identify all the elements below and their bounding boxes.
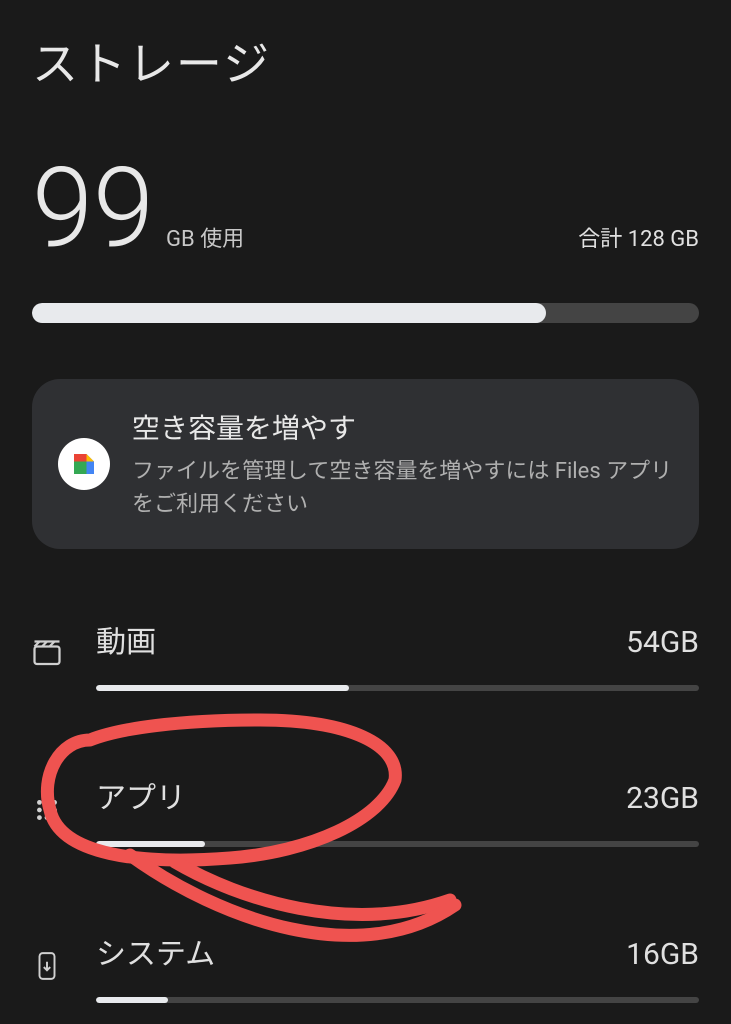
card-description: ファイルを管理して空き容量を増やすには Files アプリをご利用ください <box>132 455 673 521</box>
usage-summary: 99 GB 使用 合計 128 GB <box>32 154 699 265</box>
category-bar-fill <box>96 685 349 691</box>
usage-progress-bar <box>32 303 699 323</box>
category-apps[interactable]: アプリ 23GB <box>32 761 699 859</box>
category-system[interactable]: システム 16GB <box>32 917 699 1015</box>
files-app-icon <box>58 438 110 490</box>
usage-progress-fill <box>32 303 546 323</box>
apps-icon <box>32 797 62 823</box>
usage-unit-label: GB 使用 <box>166 221 244 265</box>
card-title: 空き容量を増やす <box>132 407 673 447</box>
free-up-space-card[interactable]: 空き容量を増やす ファイルを管理して空き容量を増やすには Files アプリをご… <box>32 379 699 549</box>
category-bar-fill <box>96 841 205 847</box>
category-size: 54GB <box>626 625 699 660</box>
category-bar <box>96 685 699 691</box>
system-icon <box>32 951 62 981</box>
category-bar-fill <box>96 997 168 1003</box>
usage-used: 99 GB 使用 <box>32 154 244 265</box>
category-label: システム <box>96 929 215 973</box>
usage-value: 99 <box>32 154 154 264</box>
category-bar <box>96 997 699 1003</box>
category-bar <box>96 841 699 847</box>
category-label: アプリ <box>96 773 186 817</box>
page-title: ストレージ <box>32 28 699 94</box>
category-videos[interactable]: 動画 54GB <box>32 605 699 703</box>
category-size: 23GB <box>626 781 699 816</box>
category-size: 16GB <box>626 937 699 972</box>
usage-total-label: 合計 128 GB <box>578 221 699 265</box>
video-icon <box>32 639 62 669</box>
category-label: 動画 <box>96 617 156 661</box>
